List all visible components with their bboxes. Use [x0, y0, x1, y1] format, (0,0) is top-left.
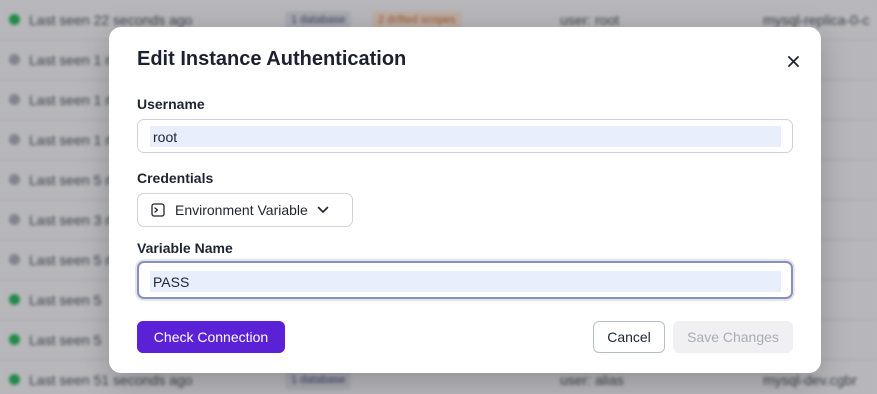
- dialog-title: Edit Instance Authentication: [137, 48, 407, 70]
- chevron-down-icon: [317, 206, 329, 214]
- save-changes-button[interactable]: Save Changes: [673, 321, 793, 353]
- edit-auth-dialog: Edit Instance Authentication Username Cr…: [109, 27, 821, 373]
- credentials-selected-value: Environment Variable: [175, 202, 308, 218]
- check-connection-button[interactable]: Check Connection: [137, 321, 285, 353]
- username-label: Username: [137, 96, 205, 112]
- variable-name-input[interactable]: [150, 271, 781, 292]
- close-icon: [787, 55, 799, 67]
- variable-name-field-wrapper: [137, 261, 793, 299]
- username-field-wrapper: [137, 119, 793, 153]
- cancel-button[interactable]: Cancel: [593, 321, 665, 353]
- variable-name-label: Variable Name: [137, 240, 233, 256]
- credentials-label: Credentials: [137, 170, 214, 186]
- credentials-select[interactable]: Environment Variable: [137, 193, 353, 227]
- username-input[interactable]: [150, 126, 781, 147]
- terminal-icon: [151, 203, 165, 217]
- close-button[interactable]: [783, 51, 803, 71]
